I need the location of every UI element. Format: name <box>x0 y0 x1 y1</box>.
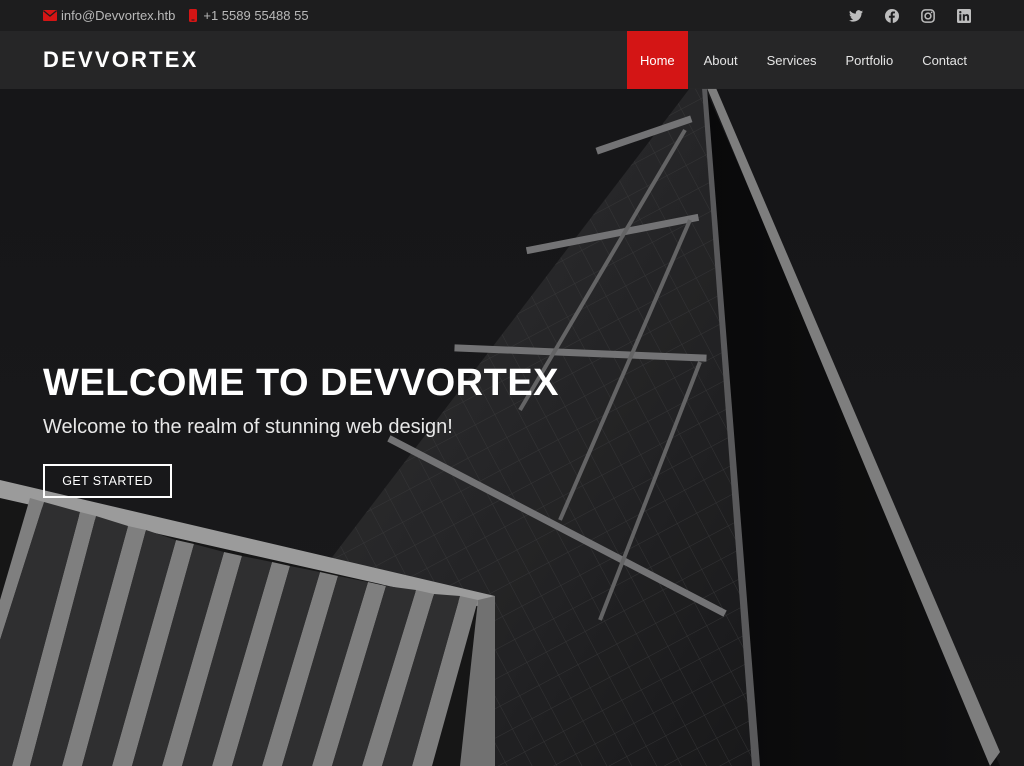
page: info@Devvortex.htb +1 5589 55488 55 DEVV… <box>0 0 1024 766</box>
linkedin-icon <box>957 8 971 23</box>
instagram-icon <box>921 8 935 23</box>
phone-contact[interactable]: +1 5589 55488 55 <box>189 8 309 23</box>
social-links <box>828 0 972 31</box>
linkedin-link[interactable] <box>956 8 972 24</box>
nav-item-portfolio[interactable]: Portfolio <box>832 31 906 89</box>
hero-section: WELCOME TO DEVVORTEX Welcome to the real… <box>43 360 743 498</box>
nav-item-contact[interactable]: Contact <box>909 31 980 89</box>
nav-item-about[interactable]: About <box>691 31 751 89</box>
nav-item-home[interactable]: Home <box>626 31 688 89</box>
phone-text: +1 5589 55488 55 <box>203 8 309 23</box>
email-contact[interactable]: info@Devvortex.htb <box>43 8 175 23</box>
main-nav: Home About Services Portfolio Contact <box>624 31 980 89</box>
facebook-icon <box>885 8 899 23</box>
twitter-icon <box>849 9 863 22</box>
nav-item-services[interactable]: Services <box>754 31 830 89</box>
instagram-link[interactable] <box>920 8 936 24</box>
contact-info: info@Devvortex.htb +1 5589 55488 55 <box>43 0 323 31</box>
site-logo[interactable]: DEVVORTEX <box>43 31 199 89</box>
email-text: info@Devvortex.htb <box>61 8 176 23</box>
envelope-icon <box>43 10 57 21</box>
hero-subtitle: Welcome to the realm of stunning web des… <box>43 416 453 438</box>
facebook-link[interactable] <box>884 8 900 24</box>
twitter-link[interactable] <box>848 8 864 24</box>
get-started-button[interactable]: GET STARTED <box>43 464 172 498</box>
topbar: info@Devvortex.htb +1 5589 55488 55 <box>0 0 1024 31</box>
phone-icon <box>189 9 198 22</box>
site-header: DEVVORTEX Home About Services Portfolio … <box>0 31 1024 89</box>
hero-title: WELCOME TO DEVVORTEX <box>43 362 560 404</box>
